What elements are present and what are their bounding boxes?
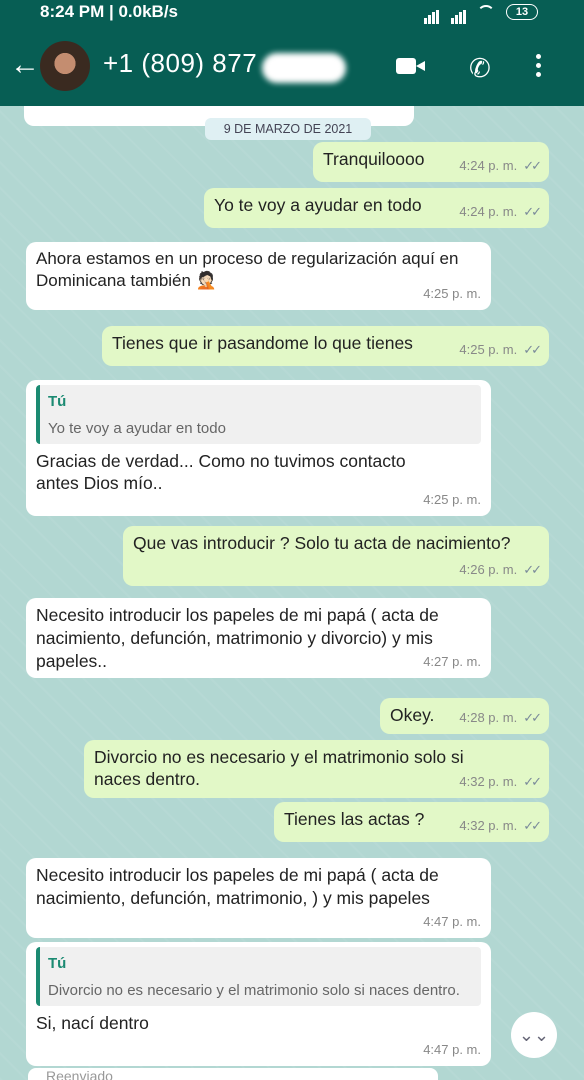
message-bubble[interactable]: Que vas introducir ? Solo tu acta de nac…: [123, 526, 549, 586]
status-icons: 13: [423, 4, 538, 24]
message-text: Necesito introducir los papeles de mi pa…: [36, 605, 439, 671]
quoted-message[interactable]: Tú Yo te voy a ayudar en todo: [36, 385, 481, 444]
message-bubble[interactable]: Necesito introducir los papeles de mi pa…: [26, 598, 491, 678]
date-badge: 9 DE MARZO DE 2021: [205, 118, 371, 140]
quoted-message[interactable]: Tú Divorcio no es necesario y el matrimo…: [36, 947, 481, 1006]
more-options-icon[interactable]: [536, 54, 542, 81]
forwarded-message-partial: Reenviado: [28, 1068, 438, 1080]
message-time: 4:26 p. m.: [459, 562, 518, 577]
double-check-icon: ✓✓: [523, 204, 542, 219]
quote-author: Tú: [48, 393, 67, 410]
chevron-down-icon: ⌄⌄: [518, 1025, 550, 1045]
message-bubble[interactable]: Ahora estamos en un proceso de regulariz…: [26, 242, 491, 310]
message-time: 4:25 p. m.: [459, 342, 518, 357]
message-time: 4:47 p. m.: [423, 1042, 481, 1057]
signal-icon: [423, 4, 440, 24]
message-text: Divorcio no es necesario y el matrimonio…: [94, 747, 464, 789]
message-text: Yo te voy a ayudar en todo: [214, 195, 422, 215]
signal-icon-2: [450, 4, 467, 24]
message-time: 4:24 p. m.: [459, 204, 518, 219]
status-time: 8:24 PM | 0.0kB/s: [40, 2, 178, 21]
message-text: Gracias de verdad... Como no tuvimos con…: [36, 451, 406, 493]
message-text: Necesito introducir los papeles de mi pa…: [36, 865, 439, 908]
video-call-icon[interactable]: [396, 58, 425, 74]
message-meta: 4:25 p. m. ✓✓: [459, 339, 542, 361]
avatar[interactable]: [40, 41, 90, 91]
redaction-blur: [262, 53, 346, 83]
chat-area: 9 DE MARZO DE 2021 Tranquiloooo 4:24 p. …: [0, 106, 584, 1080]
double-check-icon: ✓✓: [523, 774, 542, 789]
wifi-icon: [477, 5, 496, 19]
message-meta: 4:24 p. m. ✓✓: [459, 201, 542, 223]
double-check-icon: ✓✓: [523, 342, 542, 357]
message-time: 4:25 p. m.: [423, 492, 481, 507]
back-arrow-icon[interactable]: ←: [10, 50, 40, 80]
message-text: Si, nací dentro: [36, 1013, 149, 1033]
double-check-icon: ✓✓: [523, 710, 542, 725]
message-meta: 4:32 p. m. ✓✓: [459, 815, 542, 837]
chat-header: ← +1 (809) 877 ✆: [0, 24, 584, 106]
phone-call-icon[interactable]: ✆: [469, 53, 491, 84]
message-text: Ahora estamos en un proceso de regulariz…: [36, 249, 459, 290]
message-time: 4:24 p. m.: [459, 158, 518, 173]
message-meta: 4:24 p. m. ✓✓: [459, 155, 542, 177]
message-time: 4:32 p. m.: [459, 774, 518, 789]
message-bubble[interactable]: Yo te voy a ayudar en todo 4:24 p. m. ✓✓: [204, 188, 549, 228]
double-check-icon: ✓✓: [523, 818, 542, 833]
message-text: Okey.: [390, 705, 435, 725]
message-bubble[interactable]: Okey. 4:28 p. m. ✓✓: [380, 698, 549, 734]
message-bubble[interactable]: Tienes que ir pasandome lo que tienes 4:…: [102, 326, 549, 366]
message-time: 4:32 p. m.: [459, 818, 518, 833]
message-text: Tranquiloooo: [323, 149, 425, 169]
double-check-icon: ✓✓: [523, 158, 542, 173]
status-bar: 8:24 PM | 0.0kB/s 13: [0, 0, 584, 24]
message-bubble[interactable]: Tú Yo te voy a ayudar en todo Gracias de…: [26, 380, 491, 516]
scroll-down-button[interactable]: ⌄⌄: [511, 1012, 557, 1058]
message-bubble[interactable]: Divorcio no es necesario y el matrimonio…: [84, 740, 549, 798]
message-time: 4:25 p. m.: [423, 286, 481, 301]
quote-text: Divorcio no es necesario y el matrimonio…: [48, 982, 460, 999]
message-meta: 4:26 p. m. ✓✓: [459, 559, 542, 581]
message-text: Tienes las actas ?: [284, 809, 425, 829]
quote-author: Tú: [48, 955, 67, 972]
message-meta: 4:32 p. m. ✓✓: [459, 771, 542, 793]
message-time: 4:27 p. m.: [423, 654, 481, 669]
message-text: Que vas introducir ? Solo tu acta de nac…: [133, 533, 511, 553]
message-bubble[interactable]: Tienes las actas ? 4:32 p. m. ✓✓: [274, 802, 549, 842]
forwarded-label: Reenviado: [46, 1068, 113, 1080]
battery-icon: 13: [506, 4, 538, 20]
double-check-icon: ✓✓: [523, 562, 542, 577]
message-time: 4:28 p. m.: [459, 710, 518, 725]
message-meta: 4:28 p. m. ✓✓: [459, 707, 542, 729]
quote-text: Yo te voy a ayudar en todo: [48, 420, 226, 437]
message-bubble[interactable]: Tranquiloooo 4:24 p. m. ✓✓: [313, 142, 549, 182]
message-time: 4:47 p. m.: [423, 914, 481, 929]
message-bubble[interactable]: Necesito introducir los papeles de mi pa…: [26, 858, 491, 938]
message-text: Tienes que ir pasandome lo que tienes: [112, 333, 413, 353]
contact-name[interactable]: +1 (809) 877: [103, 48, 257, 79]
message-bubble[interactable]: Tú Divorcio no es necesario y el matrimo…: [26, 942, 491, 1066]
